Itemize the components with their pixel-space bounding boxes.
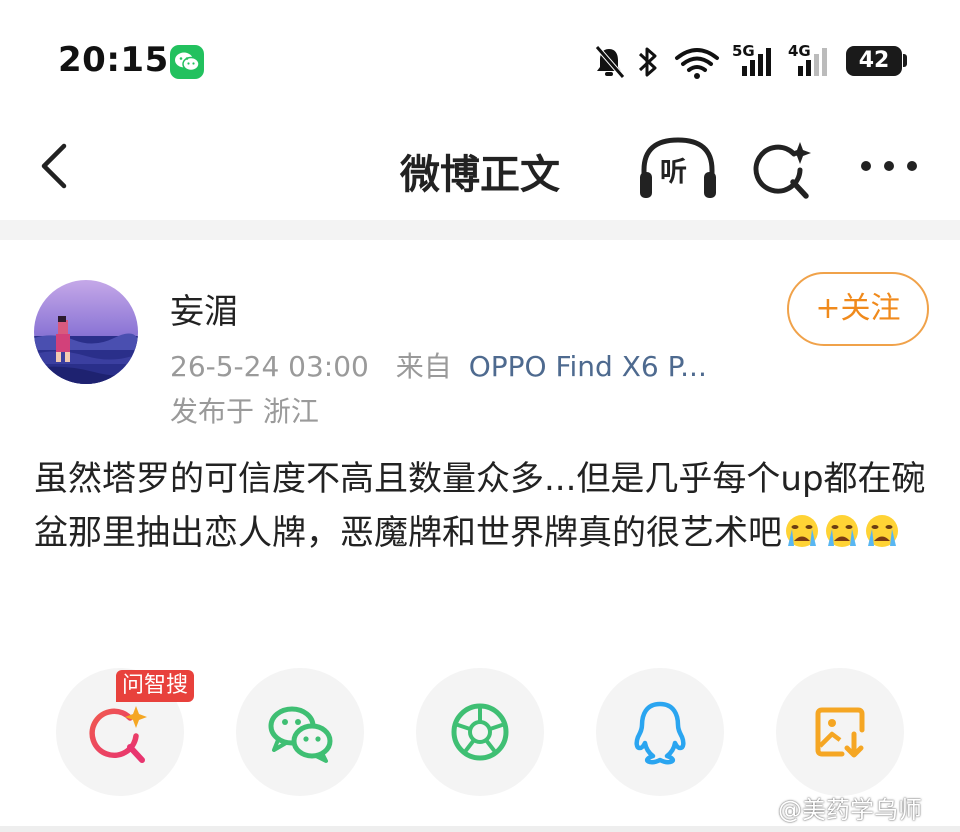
save-image-icon	[815, 707, 865, 758]
clock: 20:15	[58, 40, 169, 80]
signal-icon	[742, 48, 771, 76]
battery-tip	[903, 54, 907, 67]
share-qq-button[interactable]	[596, 668, 724, 796]
battery-level: 42	[858, 48, 890, 73]
sparkle-search-icon	[753, 142, 811, 199]
post-location: 发布于 浙江	[170, 395, 319, 428]
wifi-icon	[675, 48, 719, 79]
ai-search-button[interactable]	[748, 136, 818, 206]
signal-icon	[798, 48, 827, 76]
post-meta: 26-5-24 03:00 来自 OPPO Find X6 P...	[170, 345, 707, 385]
more-dots-icon	[861, 161, 917, 171]
post-body: 虽然塔罗的可信度不高且数量众多...但是几乎每个up都在碗盆那里抽出恋人牌，恶魔…	[34, 452, 934, 566]
watermark: @美药学乌师	[778, 796, 922, 824]
more-button[interactable]	[856, 140, 922, 196]
listen-label: 听	[660, 157, 687, 188]
navigation-bar: 微博正文 听	[0, 120, 960, 220]
share-moments-button[interactable]	[416, 668, 544, 796]
back-arrow-icon	[41, 143, 67, 189]
page-title: 微博正文	[400, 152, 560, 198]
back-button[interactable]	[28, 132, 84, 198]
bottom-divider	[0, 826, 960, 832]
source-device-link[interactable]: OPPO Find X6 P...	[469, 350, 707, 383]
status-icons: 5G 4G 42	[590, 40, 920, 84]
mute-bell-icon	[595, 45, 625, 79]
bluetooth-icon	[638, 47, 657, 77]
follow-button[interactable]: +关注	[787, 272, 929, 346]
qq-icon	[634, 701, 686, 765]
crying-emoji	[782, 510, 822, 566]
crying-emoji	[862, 510, 902, 566]
battery-icon: 42	[846, 46, 902, 76]
status-bar: 20:15 5G 4G 42	[0, 0, 960, 120]
wechat-icon	[268, 706, 333, 763]
wechat-icon	[170, 45, 204, 79]
listen-button[interactable]: 听	[636, 132, 720, 204]
source-prefix: 来自	[395, 350, 452, 383]
ai-search-badge: 问智搜	[116, 670, 195, 702]
author-name[interactable]: 妄湄	[170, 284, 238, 333]
share-wechat-button[interactable]	[236, 668, 364, 796]
weibo-post-screen: 20:15 5G 4G 42 微博正文 听 妄湄 26-5-24 03:00 来…	[0, 0, 960, 832]
section-divider	[0, 220, 960, 240]
save-image-button[interactable]	[776, 668, 904, 796]
moments-icon	[451, 703, 509, 761]
post-timestamp: 26-5-24 03:00	[170, 350, 369, 383]
avatar[interactable]	[34, 280, 138, 384]
crying-emoji	[822, 510, 862, 566]
